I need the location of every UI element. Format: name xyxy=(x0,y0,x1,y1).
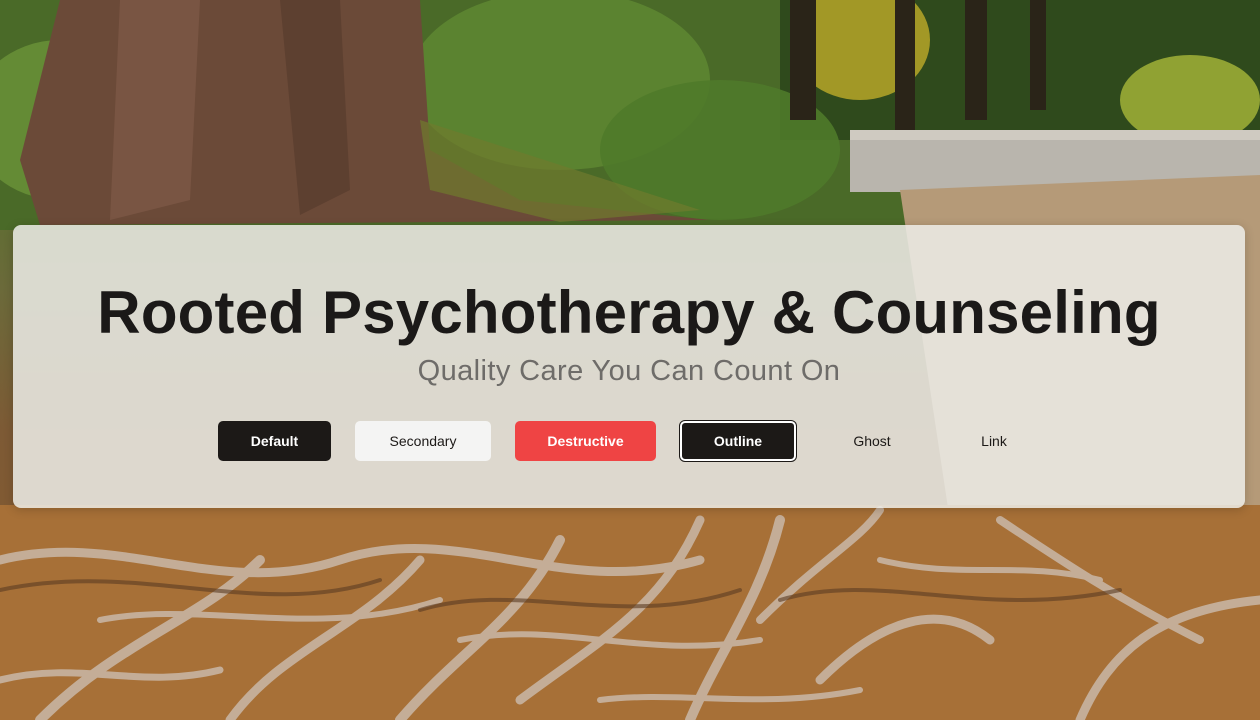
link-button[interactable]: Link xyxy=(945,421,1043,461)
secondary-button[interactable]: Secondary xyxy=(355,421,491,461)
ghost-button[interactable]: Ghost xyxy=(823,421,921,461)
page-subtitle: Quality Care You Can Count On xyxy=(417,355,841,387)
forest-roots-background: Rooted Psychotherapy & Counseling Qualit… xyxy=(0,0,1260,720)
default-button[interactable]: Default xyxy=(218,421,331,461)
page-title: Rooted Psychotherapy & Counseling xyxy=(97,279,1161,346)
outline-button[interactable]: Outline xyxy=(680,421,796,461)
hero-card: Rooted Psychotherapy & Counseling Qualit… xyxy=(13,225,1245,508)
destructive-button[interactable]: Destructive xyxy=(515,421,656,461)
